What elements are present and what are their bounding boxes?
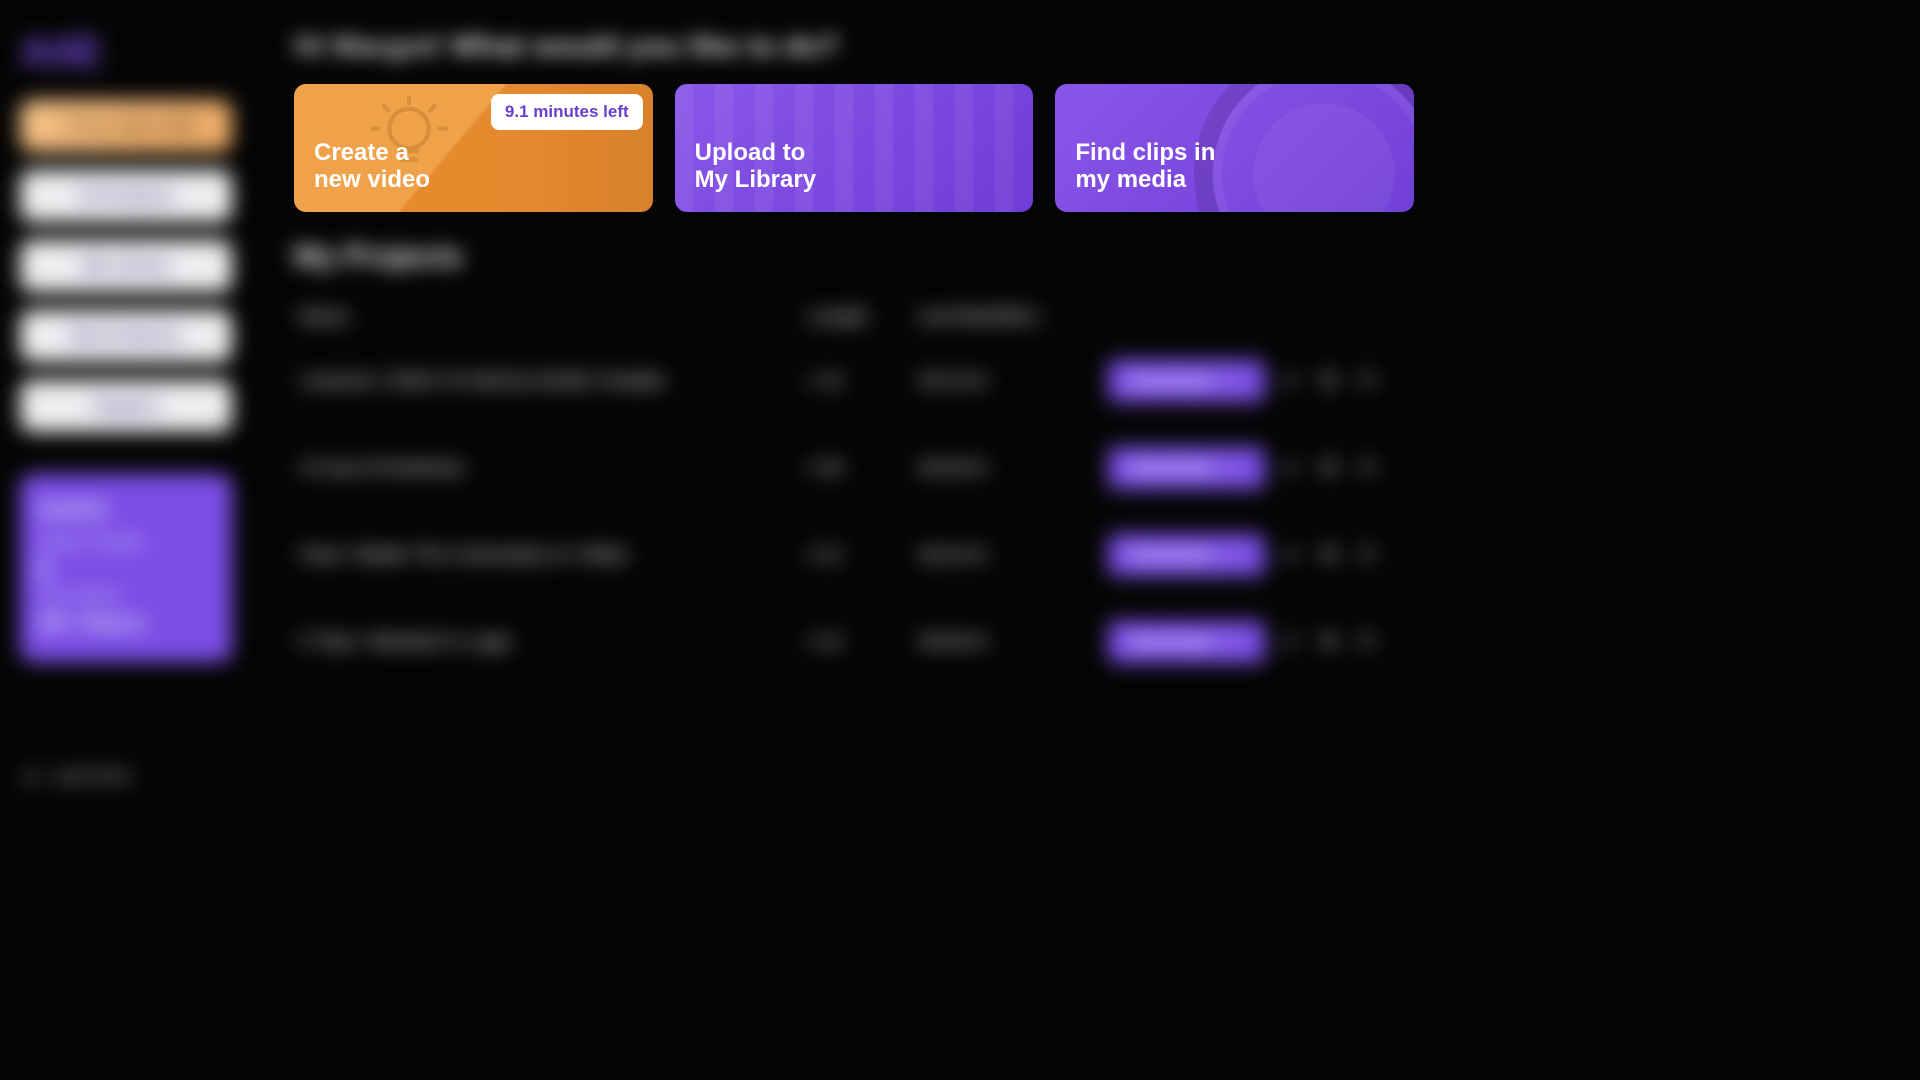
project-length: 3:22 <box>808 545 918 566</box>
download-label: Download <box>1130 632 1211 652</box>
card-create-title: Create a new video <box>314 140 633 194</box>
table-row: Lessons I Wish I'd Had by Earlier Grades… <box>294 337 1414 424</box>
download-icon <box>1221 544 1243 566</box>
pencil-icon[interactable] <box>1281 544 1303 566</box>
stats-line-2: Time Saved: <box>38 587 214 604</box>
card-find-title: Find clips in my media <box>1075 140 1394 194</box>
copy-icon[interactable] <box>1319 457 1341 479</box>
nav-ai-products[interactable]: AI Products <box>20 170 232 222</box>
pencil-icon[interactable] <box>1281 370 1303 392</box>
nav-new-features[interactable]: New Features <box>20 310 232 362</box>
download-button[interactable]: Download <box>1108 360 1265 402</box>
card-create-video[interactable]: 9.1 minutes left Create a new video <box>294 84 653 212</box>
download-icon <box>1221 631 1243 653</box>
card-find-title-l2: my media <box>1075 166 1186 193</box>
projects-heading: My Projects <box>294 240 1414 274</box>
card-upload-title: Upload to My Library <box>695 140 1014 194</box>
stats-card: STATS Videos Created: 8 Time Saved: 25+ … <box>20 474 232 662</box>
trash-icon[interactable] <box>1357 631 1379 653</box>
card-upload-library[interactable]: Upload to My Library <box>675 84 1034 212</box>
table-row: A Cup of Kindness2:0808/30/24 Download <box>294 424 1414 511</box>
download-label: Download <box>1130 371 1211 391</box>
theme-label: Light Mode <box>52 768 131 786</box>
stats-value-1: 8 <box>38 557 214 583</box>
copy-icon[interactable] <box>1319 544 1341 566</box>
trash-icon[interactable] <box>1357 370 1379 392</box>
project-modified: 08/24/24 <box>918 545 1108 566</box>
projects-header-row: Name Length Last Modified ↓ <box>294 296 1414 337</box>
project-modified: 09/14/24 <box>918 371 1108 392</box>
col-actions <box>1108 306 1408 327</box>
copy-icon[interactable] <box>1319 370 1341 392</box>
project-length: 4:10 <box>808 632 918 653</box>
download-label: Download <box>1130 458 1211 478</box>
greeting-prefix: Hi Margot! <box>294 30 442 63</box>
project-modified: 08/06/24 <box>918 632 1108 653</box>
col-modified[interactable]: Last Modified ↓ <box>918 306 1108 327</box>
nav-my-library[interactable]: My Library <box>20 240 232 292</box>
stats-line-1: Videos Created: <box>38 534 214 551</box>
sun-icon <box>20 766 42 788</box>
table-row: How I Made The Cinematics in Video3:2208… <box>294 511 1414 598</box>
main-content: Hi Margot! What would you like to do? 9.… <box>252 0 1456 816</box>
card-find-clips[interactable]: Find clips in my media <box>1055 84 1414 212</box>
card-create-title-l2: new video <box>314 166 430 193</box>
card-upload-title-l1: Upload to <box>695 139 806 166</box>
download-icon <box>1221 370 1243 392</box>
table-row: 5 Tips I Wanted in Logic4:1008/06/24 Down… <box>294 598 1414 685</box>
project-name[interactable]: A Cup of Kindness <box>300 457 808 480</box>
card-find-title-l1: Find clips in <box>1075 139 1215 166</box>
minutes-left-badge: 9.1 minutes left <box>491 94 643 130</box>
stats-title: STATS <box>38 498 214 524</box>
project-length: 1:45 <box>808 371 918 392</box>
projects-rows: Lessons I Wish I'd Had by Earlier Grades… <box>294 337 1414 685</box>
greeting: Hi Margot! What would you like to do? <box>294 30 1414 64</box>
project-name[interactable]: How I Made The Cinematics in Video <box>300 544 808 567</box>
nav-support[interactable]: Support <box>20 380 232 432</box>
trash-icon[interactable] <box>1357 544 1379 566</box>
action-cards-row: 9.1 minutes left Create a new video Uplo… <box>294 84 1414 212</box>
project-name[interactable]: Lessons I Wish I'd Had by Earlier Grades <box>300 370 808 393</box>
copy-icon[interactable] <box>1319 631 1341 653</box>
projects-section: My Projects Name Length Last Modified ↓ … <box>294 240 1414 685</box>
pencil-icon[interactable] <box>1281 631 1303 653</box>
col-name[interactable]: Name <box>300 306 808 327</box>
project-modified: 08/30/24 <box>918 458 1108 479</box>
download-icon <box>1221 457 1243 479</box>
project-length: 2:08 <box>808 458 918 479</box>
stats-value-2: 25+ Hours <box>38 610 214 636</box>
download-button[interactable]: Download <box>1108 447 1265 489</box>
greeting-question: What would you like to do? <box>451 30 839 63</box>
nav-free-video-edit[interactable]: + Free Video Edit <box>20 100 232 152</box>
card-upload-title-l2: My Library <box>695 166 816 193</box>
download-button[interactable]: Download <box>1108 621 1265 663</box>
theme-toggle[interactable]: Light Mode <box>20 766 232 788</box>
col-length[interactable]: Length <box>808 306 918 327</box>
download-label: Download <box>1130 545 1211 565</box>
app-logo: AXE <box>20 28 232 76</box>
trash-icon[interactable] <box>1357 457 1379 479</box>
project-name[interactable]: 5 Tips I Wanted in Logic <box>300 631 808 654</box>
card-create-title-l1: Create a <box>314 139 409 166</box>
pencil-icon[interactable] <box>1281 457 1303 479</box>
sidebar: AXE + Free Video Edit AI Products My Lib… <box>0 0 252 816</box>
download-button[interactable]: Download <box>1108 534 1265 576</box>
